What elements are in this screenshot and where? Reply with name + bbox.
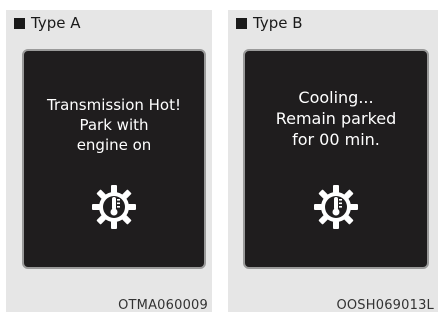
panel-header: Type A — [6, 12, 80, 34]
panel-type-b: Type B Cooling... Remain parked for 00 m… — [228, 10, 438, 312]
message-line: engine on — [76, 136, 152, 154]
transmission-temperature-icon — [92, 185, 136, 229]
warning-message: Transmission Hot! Park with engine on — [24, 95, 204, 155]
type-label: Type A — [31, 13, 81, 32]
square-bullet-icon — [236, 17, 247, 29]
figure-code: OTMA060009 — [118, 298, 208, 313]
message-line: Park with — [79, 116, 149, 134]
cluster-display: Transmission Hot! Park with engine on — [22, 49, 206, 269]
message-line: Transmission Hot! — [46, 96, 182, 114]
message-line: Remain parked — [275, 109, 397, 128]
message-line: Cooling... — [298, 88, 374, 107]
transmission-temperature-icon — [314, 185, 358, 229]
message-line: for 00 min. — [292, 130, 380, 149]
warning-message: Cooling... Remain parked for 00 min. — [245, 87, 427, 150]
figure-code: OOSH069013L — [336, 298, 434, 313]
square-bullet-icon — [14, 17, 25, 29]
panel-header: Type B — [228, 12, 303, 34]
cluster-display: Cooling... Remain parked for 00 min. — [243, 49, 429, 269]
panel-type-a: Type A Transmission Hot! Park with engin… — [6, 10, 212, 312]
type-label: Type B — [253, 13, 303, 32]
